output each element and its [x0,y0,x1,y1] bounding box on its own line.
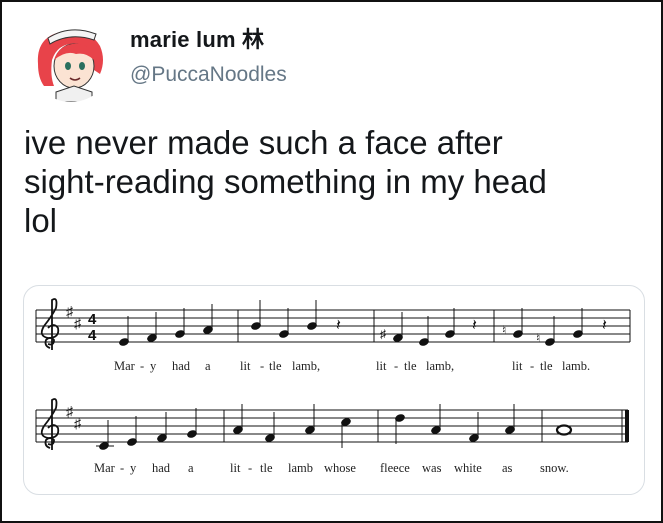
lyric-syllable: lit [240,359,251,373]
lyric-syllable: - [120,461,124,475]
lyric-syllable: was [422,461,442,475]
lyric-syllable: lit [512,359,523,373]
svg-text:4: 4 [88,327,97,344]
svg-text:𝄽: 𝄽 [336,317,341,334]
user-handle[interactable]: @PuccaNoodles [130,63,287,87]
lyric-syllable: lamb [288,461,313,475]
lyrics-line-1: Mar - y had a lit - tle lamb, lit - tle … [114,359,590,373]
sheet-music-image: ♯ ♯ 4 4 𝄽 ♯ 𝄽 ♮ ♮ 𝄽 Mar - y had a lit - … [35,298,631,475]
lyrics-line-2: Mar - y had a lit - tle lamb whose fleec… [94,461,569,475]
svg-text:♯: ♯ [66,403,74,419]
lyric-syllable: - [260,359,264,373]
tweet-text: ive never made such a face after sight-r… [24,123,644,240]
svg-text:4: 4 [88,311,97,328]
lyric-syllable: white [454,461,482,475]
lyric-syllable: y [150,359,157,373]
lyric-syllable: - [394,359,398,373]
lyric-syllable: tle [260,461,273,475]
tweet-card: marie lum 林 @PuccaNoodles ive never made… [0,0,663,523]
lyric-syllable: whose [324,461,356,475]
lyric-syllable: - [530,359,534,373]
lyric-syllable: as [502,461,513,475]
lyric-syllable: tle [404,359,417,373]
tweet-text-line: sight-reading something in my head [24,163,547,200]
lyric-syllable: lit [376,359,387,373]
svg-text:♯: ♯ [380,327,386,341]
lyric-syllable: had [152,461,171,475]
tweet-text-line: ive never made such a face after [24,124,503,161]
lyric-syllable: lit [230,461,241,475]
tweet-text-line: lol [24,202,58,239]
lyric-syllable: lamb, [426,359,454,373]
lyric-syllable: snow. [540,461,569,475]
svg-text:♮: ♮ [502,323,506,337]
lyric-syllable: - [140,359,144,373]
media-attachment[interactable]: ♯ ♯ 4 4 𝄽 ♯ 𝄽 ♮ ♮ 𝄽 Mar - y had a lit - … [23,285,645,495]
svg-text:𝄽: 𝄽 [602,317,607,334]
svg-text:♯: ♯ [74,415,82,431]
svg-text:𝄽: 𝄽 [472,317,477,334]
lyric-syllable: tle [540,359,553,373]
svg-text:♮: ♮ [536,331,540,345]
avatar-illustration [30,20,112,102]
lyric-syllable: had [172,359,191,373]
lyric-syllable: a [205,359,211,373]
lyric-syllable: Mar [94,461,116,475]
lyric-syllable: a [188,461,194,475]
lyric-syllable: Mar [114,359,136,373]
display-name[interactable]: marie lum 林 [130,22,264,54]
lyric-syllable: fleece [380,461,410,475]
staff-1: ♯ ♯ 4 4 𝄽 ♯ 𝄽 ♮ ♮ 𝄽 [35,298,631,350]
lyric-syllable: - [248,461,252,475]
svg-text:♯: ♯ [66,303,74,319]
staff-2: ♯ ♯ [35,398,629,450]
lyric-syllable: lamb, [292,359,320,373]
user-avatar[interactable] [30,20,112,102]
lyric-syllable: tle [269,359,282,373]
lyric-syllable: lamb. [562,359,590,373]
svg-text:♯: ♯ [74,315,82,331]
lyric-syllable: y [130,461,137,475]
